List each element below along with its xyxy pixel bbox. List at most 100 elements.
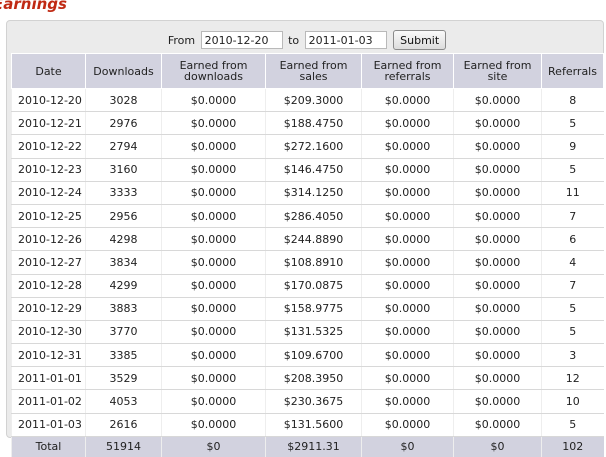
earned-downloads-cell: $0.0000 xyxy=(161,413,266,437)
table-row: 2010-12-31 3385 $0.0000 $109.6700 $0.0000 $0.… xyxy=(11,343,604,368)
earnings-table: Date Downloads Earned from downloads Ear… xyxy=(11,53,604,457)
column-header-earned-sales[interactable]: Earned from sales xyxy=(265,53,362,89)
table-row: 2010-12-23 3160 $0.0000 $146.4750 $0.0000 $0.… xyxy=(11,158,604,182)
earned-site-cell: $0.0000 xyxy=(453,413,542,437)
earned-sales-cell: $131.5325 xyxy=(265,320,362,345)
table-row: 2010-12-25 2956 $0.0000 $286.4050 $0.0000 $0.… xyxy=(11,204,604,229)
downloads-cell: 3333 xyxy=(85,181,162,205)
downloads-cell: 3028 xyxy=(85,88,162,113)
table-header-row: Date Downloads Earned from downloads Ear… xyxy=(11,53,604,89)
date-filter-bar: From to Submit xyxy=(7,30,605,52)
earned-site-cell: $0.0000 xyxy=(453,343,542,368)
earned-site-cell: $0.0000 xyxy=(453,389,542,414)
referrals-cell: 3 xyxy=(541,343,604,368)
date-cell: 2010-12-25 xyxy=(11,204,86,229)
earned-site-cell: $0.0000 xyxy=(453,297,542,321)
earned-downloads-cell: $0.0000 xyxy=(161,274,266,298)
earned-sales-cell: $314.1250 xyxy=(265,181,362,205)
downloads-cell: 2956 xyxy=(85,204,162,229)
downloads-cell: 3883 xyxy=(85,297,162,321)
submit-button[interactable]: Submit xyxy=(393,30,447,50)
date-cell: 2010-12-21 xyxy=(11,111,86,136)
date-cell: 2010-12-24 xyxy=(11,181,86,205)
earned-referrals-cell: $0.0000 xyxy=(361,250,454,275)
earned-sales-cell: $244.8890 xyxy=(265,227,362,252)
table-row: 2010-12-26 4298 $0.0000 $244.8890 $0.0000 $0.… xyxy=(11,227,604,252)
earned-downloads-cell: $0.0000 xyxy=(161,204,266,229)
table-row: 2011-01-02 4053 $0.0000 $230.3675 $0.0000 $0.… xyxy=(11,389,604,414)
earned-downloads-cell: $0.0000 xyxy=(161,250,266,275)
earned-sales-cell: $209.3000 xyxy=(265,88,362,113)
earned-site-cell: $0.0000 xyxy=(453,227,542,252)
earned-referrals-cell: $0.0000 xyxy=(361,88,454,113)
earned-site-cell: $0.0000 xyxy=(453,111,542,136)
earned-site-cell: $0.0000 xyxy=(453,158,542,182)
downloads-cell: 4299 xyxy=(85,274,162,298)
date-cell: 2010-12-20 xyxy=(11,88,86,113)
downloads-cell: 4298 xyxy=(85,227,162,252)
referrals-cell: 5 xyxy=(541,158,604,182)
earned-site-cell: $0.0000 xyxy=(453,320,542,345)
downloads-cell: 4053 xyxy=(85,389,162,414)
table-row: 2010-12-30 3770 $0.0000 $131.5325 $0.0000 $0.… xyxy=(11,320,604,345)
earned-downloads-cell: $0.0000 xyxy=(161,389,266,414)
referrals-cell: 5 xyxy=(541,297,604,321)
date-cell: 2011-01-01 xyxy=(11,366,86,391)
earned-site-cell: $0.0000 xyxy=(453,181,542,205)
total-downloads-cell: 51914 xyxy=(85,436,162,457)
earned-sales-cell: $131.5600 xyxy=(265,413,362,437)
earned-sales-cell: $170.0875 xyxy=(265,274,362,298)
column-header-earned-downloads[interactable]: Earned from downloads xyxy=(161,53,266,89)
earned-downloads-cell: $0.0000 xyxy=(161,111,266,136)
downloads-cell: 3160 xyxy=(85,158,162,182)
referrals-cell: 7 xyxy=(541,274,604,298)
earned-downloads-cell: $0.0000 xyxy=(161,297,266,321)
column-header-downloads[interactable]: Downloads xyxy=(85,53,162,89)
date-cell: 2010-12-26 xyxy=(11,227,86,252)
referrals-cell: 5 xyxy=(541,413,604,437)
date-cell: 2010-12-31 xyxy=(11,343,86,368)
table-row: 2010-12-27 3834 $0.0000 $108.8910 $0.0000 $0.… xyxy=(11,250,604,275)
earned-referrals-cell: $0.0000 xyxy=(361,181,454,205)
column-header-referrals[interactable]: Referrals xyxy=(541,53,604,89)
earned-downloads-cell: $0.0000 xyxy=(161,181,266,205)
earned-sales-cell: $230.3675 xyxy=(265,389,362,414)
referrals-cell: 5 xyxy=(541,320,604,345)
downloads-cell: 2616 xyxy=(85,413,162,437)
earned-referrals-cell: $0.0000 xyxy=(361,366,454,391)
total-row: Total 51914 $0 $2911.31 $0 $0 102 xyxy=(11,436,604,457)
table-row: 2010-12-29 3883 $0.0000 $158.9775 $0.0000 $0.… xyxy=(11,297,604,321)
table-row: 2011-01-01 3529 $0.0000 $208.3950 $0.0000 $0.… xyxy=(11,366,604,391)
date-cell: 2011-01-03 xyxy=(11,413,86,437)
table-row: 2010-12-24 3333 $0.0000 $314.1250 $0.0000 $0.… xyxy=(11,181,604,205)
downloads-cell: 3529 xyxy=(85,366,162,391)
column-header-earned-referrals[interactable]: Earned from referrals xyxy=(361,53,454,89)
earned-referrals-cell: $0.0000 xyxy=(361,158,454,182)
earned-downloads-cell: $0.0000 xyxy=(161,227,266,252)
earned-downloads-cell: $0.0000 xyxy=(161,134,266,159)
earned-downloads-cell: $0.0000 xyxy=(161,343,266,368)
referrals-cell: 7 xyxy=(541,204,604,229)
column-header-date[interactable]: Date xyxy=(11,53,86,89)
earned-referrals-cell: $0.0000 xyxy=(361,297,454,321)
date-cell: 2010-12-23 xyxy=(11,158,86,182)
downloads-cell: 3834 xyxy=(85,250,162,275)
earned-referrals-cell: $0.0000 xyxy=(361,343,454,368)
earned-referrals-cell: $0.0000 xyxy=(361,204,454,229)
earned-sales-cell: $188.4750 xyxy=(265,111,362,136)
earned-referrals-cell: $0.0000 xyxy=(361,389,454,414)
earned-sales-cell: $158.9775 xyxy=(265,297,362,321)
column-header-earned-site[interactable]: Earned from site xyxy=(453,53,542,89)
downloads-cell: 3770 xyxy=(85,320,162,345)
to-date-input[interactable] xyxy=(304,31,387,49)
date-cell: 2010-12-29 xyxy=(11,297,86,321)
earned-downloads-cell: $0.0000 xyxy=(161,366,266,391)
earned-sales-cell: $208.3950 xyxy=(265,366,362,391)
earned-referrals-cell: $0.0000 xyxy=(361,227,454,252)
earned-sales-cell: $286.4050 xyxy=(265,204,362,229)
from-date-input[interactable] xyxy=(200,31,283,49)
earnings-panel: From to Submit Date Downloads Earned fro… xyxy=(6,20,605,457)
table-row: 2010-12-28 4299 $0.0000 $170.0875 $0.0000 $0.… xyxy=(11,274,604,298)
earned-referrals-cell: $0.0000 xyxy=(361,320,454,345)
referrals-cell: 9 xyxy=(541,134,604,159)
